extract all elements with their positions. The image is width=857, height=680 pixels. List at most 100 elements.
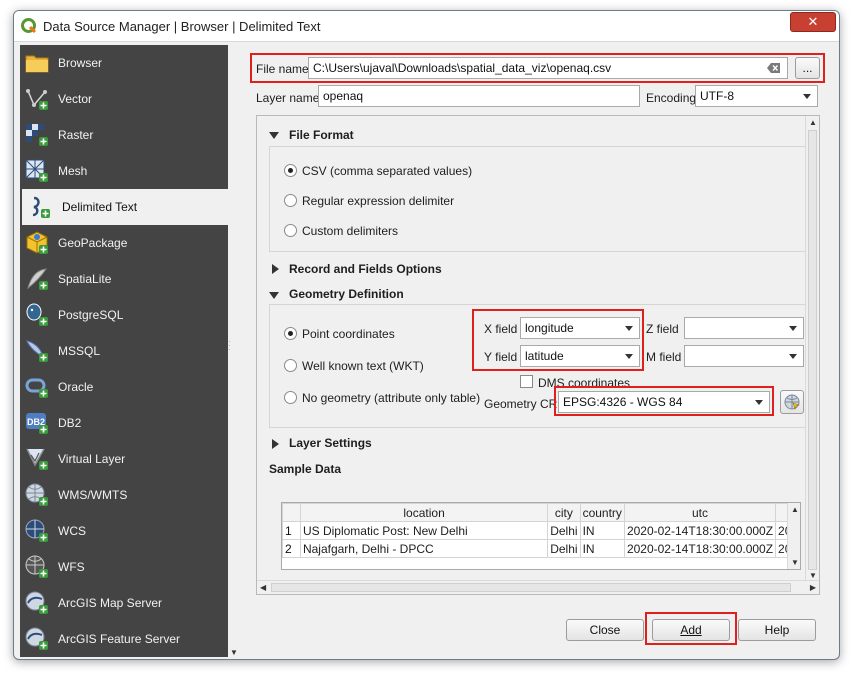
- y-field-select[interactable]: latitude: [520, 345, 640, 367]
- scroll-down-arrow-icon[interactable]: ▼: [230, 648, 238, 657]
- file-format-group: CSV (comma separated values) Regular exp…: [269, 146, 807, 252]
- table-cell: Najafgarh, Delhi - DPCC: [299, 539, 549, 558]
- sidebar-item-virtual-layer[interactable]: Virtual Layer: [20, 441, 228, 477]
- table-cell: IN: [579, 539, 625, 558]
- m-field-select[interactable]: [684, 345, 804, 367]
- browse-file-button[interactable]: ...: [795, 57, 820, 79]
- expand-record-fields-icon[interactable]: [272, 264, 279, 274]
- arcgis-feature-server-icon: [25, 627, 48, 650]
- csv-radio[interactable]: [284, 164, 297, 177]
- db2-badge-text: DB2: [27, 417, 46, 427]
- mesh-icon: [25, 159, 48, 182]
- regex-radio[interactable]: [284, 194, 297, 207]
- dms-checkbox[interactable]: [520, 375, 533, 388]
- sidebar-item-wcs[interactable]: WCS: [20, 513, 228, 549]
- chevron-down-icon: [789, 354, 797, 359]
- sidebar-item-delimited-text[interactable]: Delimited Text: [22, 189, 228, 225]
- z-field-label: Z field: [646, 322, 679, 336]
- expand-layer-settings-icon[interactable]: [272, 439, 279, 449]
- file-format-header[interactable]: File Format: [289, 128, 354, 142]
- sidebar-item-vector[interactable]: Vector: [20, 81, 228, 117]
- scroll-right-arrow-icon[interactable]: ▶: [810, 583, 816, 592]
- sidebar-item-oracle[interactable]: Oracle: [20, 369, 228, 405]
- collapse-file-format-icon[interactable]: [269, 132, 279, 139]
- close-button[interactable]: Close: [566, 619, 644, 641]
- column-header[interactable]: city: [547, 503, 581, 522]
- sidebar-item-mssql[interactable]: MSSQL: [20, 333, 228, 369]
- options-vertical-scrollbar[interactable]: ▲ ▼: [805, 116, 819, 582]
- table-row: 1 US Diplomatic Post: New Delhi Delhi IN…: [282, 521, 800, 540]
- scroll-up-arrow-icon[interactable]: ▲: [809, 118, 817, 127]
- scrollbar-thumb[interactable]: [271, 583, 791, 592]
- qgis-logo-icon: [21, 18, 37, 34]
- table-header-row: location city country utc: [282, 503, 800, 522]
- sidebar-item-wms-wmts[interactable]: WMS/WMTS: [20, 477, 228, 513]
- sidebar-item-wfs[interactable]: WFS: [20, 549, 228, 585]
- wkt-label: Well known text (WKT): [302, 359, 424, 373]
- sample-data-header: Sample Data: [269, 462, 342, 476]
- csv-radio-label: CSV (comma separated values): [302, 164, 473, 178]
- wms-icon: [25, 483, 48, 506]
- sidebar-item-arcgis-map-server[interactable]: ArcGIS Map Server: [20, 585, 228, 621]
- table-cell: US Diplomatic Post: New Delhi: [299, 521, 549, 540]
- splitter-handle[interactable]: · · ·: [228, 338, 231, 354]
- sidebar-item-arcgis-feature-server[interactable]: ArcGIS Feature Server: [20, 621, 228, 657]
- vector-icon: [26, 89, 48, 110]
- column-header[interactable]: country: [579, 503, 625, 522]
- encoding-label: Encoding: [646, 91, 697, 105]
- wkt-radio[interactable]: [284, 359, 297, 372]
- geometry-crs-select[interactable]: EPSG:4326 - WGS 84: [558, 391, 770, 413]
- scroll-left-arrow-icon[interactable]: ◀: [260, 583, 266, 592]
- layer-name-input[interactable]: openaq: [318, 85, 640, 107]
- table-cell: IN: [579, 521, 625, 540]
- table-scrollbar[interactable]: ▲ ▼: [787, 503, 800, 569]
- scroll-down-arrow-icon[interactable]: ▼: [809, 571, 817, 580]
- record-fields-header[interactable]: Record and Fields Options: [289, 262, 442, 276]
- no-geometry-radio[interactable]: [284, 391, 297, 404]
- scroll-down-arrow-icon[interactable]: ▼: [791, 558, 799, 567]
- y-field-label: Y field: [484, 350, 518, 364]
- wcs-icon: [25, 519, 48, 542]
- geometry-header[interactable]: Geometry Definition: [289, 287, 404, 301]
- sidebar-item-raster[interactable]: Raster: [20, 117, 228, 153]
- z-field-select[interactable]: [684, 317, 804, 339]
- options-horizontal-scrollbar[interactable]: ◀ ▶: [257, 580, 819, 594]
- help-button[interactable]: Help: [738, 619, 816, 641]
- custom-delimiters-radio[interactable]: [284, 224, 297, 237]
- clear-field-icon[interactable]: [767, 62, 781, 74]
- sidebar-item-mesh[interactable]: Mesh: [20, 153, 228, 189]
- no-geometry-label: No geometry (attribute only table): [302, 391, 481, 405]
- sidebar-item-browser[interactable]: Browser: [20, 45, 228, 81]
- sidebar-item-postgresql[interactable]: PostgreSQL: [20, 297, 228, 333]
- table-cell: 1: [282, 521, 301, 540]
- point-coordinates-radio[interactable]: [284, 327, 297, 340]
- chevron-down-icon: [625, 354, 633, 359]
- options-scroll-area: File Format CSV (comma separated values)…: [256, 115, 820, 595]
- column-header[interactable]: location: [299, 503, 549, 522]
- scroll-up-arrow-icon[interactable]: ▲: [791, 505, 799, 514]
- encoding-select[interactable]: UTF-8: [695, 85, 818, 107]
- sidebar-item-db2[interactable]: DB2 DB2: [20, 405, 228, 441]
- column-header[interactable]: utc: [623, 503, 777, 522]
- table-cell: 2: [282, 539, 301, 558]
- column-header[interactable]: [282, 503, 301, 522]
- geometry-crs-label: Geometry CRS: [484, 397, 566, 411]
- sidebar-item-geopackage[interactable]: GeoPackage: [20, 225, 228, 261]
- layer-settings-header[interactable]: Layer Settings: [289, 436, 372, 450]
- custom-delimiters-radio-label: Custom delimiters: [302, 224, 399, 238]
- title-bar: Data Source Manager | Browser | Delimite…: [14, 11, 839, 42]
- sample-data-table[interactable]: location city country utc 1 US Diplomati…: [281, 502, 801, 570]
- chevron-down-icon: [789, 326, 797, 331]
- scrollbar-thumb[interactable]: [808, 130, 817, 570]
- x-field-label: X field: [484, 322, 518, 336]
- collapse-geometry-icon[interactable]: [269, 292, 279, 299]
- add-button[interactable]: Add: [652, 619, 730, 641]
- file-name-input[interactable]: C:\Users\ujaval\Downloads\spatial_data_v…: [308, 57, 788, 79]
- table-cell: 2020-02-14T18:30:00.000Z: [623, 521, 777, 540]
- window-close-button[interactable]: ✕: [790, 12, 836, 32]
- sidebar-item-spatialite[interactable]: SpatiaLite: [20, 261, 228, 297]
- x-field-select[interactable]: longitude: [520, 317, 640, 339]
- delimited-text-icon: [32, 196, 50, 218]
- table-cell: 2020-02-14T18:30:00.000Z: [623, 539, 777, 558]
- crs-selector-button[interactable]: [780, 390, 804, 414]
